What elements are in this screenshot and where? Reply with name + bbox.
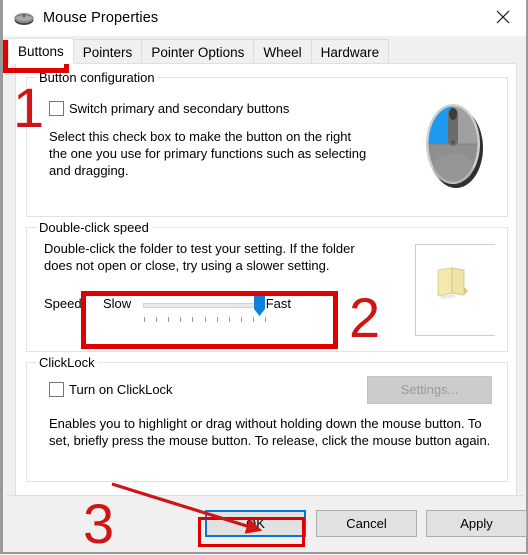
switch-buttons-checkbox-row[interactable]: Switch primary and secondary buttons [49,101,289,116]
tab-pointer-options[interactable]: Pointer Options [141,39,255,64]
cancel-button[interactable]: Cancel [316,510,417,537]
mouse-graphic-icon [423,98,485,190]
tab-hardware[interactable]: Hardware [310,39,390,64]
switch-buttons-label: Switch primary and secondary buttons [69,101,290,116]
window-title: Mouse Properties [43,10,159,26]
clicklock-checkbox-row[interactable]: Turn on ClickLock [49,382,173,397]
tab-pointers[interactable]: Pointers [72,39,143,64]
mouse-icon [13,8,35,28]
slider-thumb[interactable] [254,295,265,316]
clicklock-label: Turn on ClickLock [69,382,173,397]
tab-content-panel: Button configuration Switch primary and … [15,63,517,497]
folder-icon[interactable] [432,265,472,301]
speed-label: Speed: [44,296,86,311]
mouse-properties-window: Mouse Properties Buttons Pointers Pointe… [0,0,528,554]
tab-wheel[interactable]: Wheel [253,39,312,64]
close-icon[interactable] [480,0,526,33]
slider-tick-marks [144,317,266,323]
double-click-speed-title: Double-click speed [36,220,152,235]
title-bar: Mouse Properties [3,0,526,36]
dialog-button-bar: OK Cancel Apply [6,495,527,550]
ok-button[interactable]: OK [205,510,306,537]
tab-buttons[interactable]: Buttons [8,38,74,64]
slider-fast-label: Fast [265,296,291,311]
double-click-test-area[interactable] [415,244,495,336]
clicklock-group: ClickLock Turn on ClickLock Settings... … [26,355,508,482]
double-click-speed-description: Double-click the folder to test your set… [44,241,355,273]
slider-slow-label: Slow [103,296,132,311]
tab-strip: Buttons Pointers Pointer Options Wheel H… [6,38,524,64]
switch-buttons-checkbox[interactable] [49,101,64,116]
double-click-speed-group: Double-click speed Double-click the fold… [26,220,508,352]
double-click-speed-slider[interactable]: Slow Fast [101,286,291,326]
button-configuration-title: Button configuration [36,70,158,85]
slider-track[interactable] [143,303,265,308]
clicklock-checkbox[interactable] [49,382,64,397]
button-configuration-description: Select this check box to make the button… [49,129,367,178]
clicklock-title: ClickLock [36,355,98,370]
clicklock-settings-button[interactable]: Settings... [367,376,492,404]
clicklock-description: Enables you to highlight or drag without… [49,416,491,448]
button-configuration-group: Button configuration Switch primary and … [26,70,508,217]
apply-button[interactable]: Apply [426,510,527,537]
